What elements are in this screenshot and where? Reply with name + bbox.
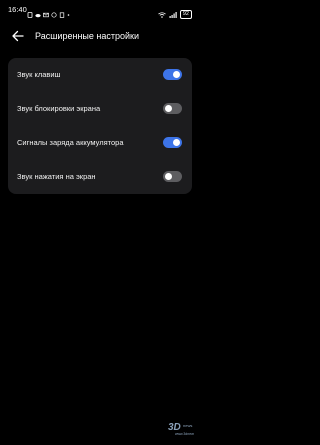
notification-icons <box>27 5 70 18</box>
toggle-knob <box>165 173 172 180</box>
back-arrow-icon <box>12 30 24 42</box>
signal-icon <box>169 5 177 23</box>
watermark-logo: 3D news www.3dnews.ru <box>166 419 200 437</box>
mail-icon <box>43 5 49 18</box>
sim-icon <box>27 5 33 18</box>
charging-sound-toggle[interactable] <box>163 137 182 148</box>
setting-label: Звук блокировки экрана <box>17 104 101 113</box>
setting-label: Сигналы заряда аккумулятора <box>17 138 124 147</box>
setting-row-key-sound[interactable]: Звук клавиш <box>8 58 192 92</box>
setting-row-charging-sound[interactable]: Сигналы заряда аккумулятора <box>8 126 192 160</box>
page-title: Расширенные настройки <box>35 31 139 41</box>
setting-row-lock-sound[interactable]: Звук блокировки экрана <box>8 92 192 126</box>
status-right: 92 <box>158 5 192 23</box>
status-bar: 16:40 92 <box>0 0 200 20</box>
dot-icon <box>67 5 70 16</box>
wifi-icon <box>158 5 166 23</box>
header: Расширенные настройки <box>0 24 200 48</box>
battery-icon: 92 <box>179 9 192 19</box>
settings-card: Звук клавиш Звук блокировки экрана Сигна… <box>8 58 192 194</box>
setting-label: Звук нажатия на экран <box>17 172 96 181</box>
toggle-knob <box>165 105 172 112</box>
sync-icon <box>51 5 57 18</box>
cloud-icon <box>35 5 41 18</box>
3dnews-logo: 3D news www.3dnews.ru <box>168 422 200 436</box>
setting-row-touch-sound[interactable]: Звук нажатия на экран <box>8 160 192 194</box>
toggle-knob <box>173 71 180 78</box>
toggle-knob <box>173 139 180 146</box>
setting-label: Звук клавиш <box>17 70 61 79</box>
svg-text:news: news <box>183 423 192 428</box>
key-sound-toggle[interactable] <box>163 69 182 80</box>
touch-sound-toggle[interactable] <box>163 171 182 182</box>
svg-text:www.3dnews.ru: www.3dnews.ru <box>175 432 194 436</box>
lock-sound-toggle[interactable] <box>163 103 182 114</box>
clipboard-icon <box>59 5 65 18</box>
status-time: 16:40 <box>8 5 27 14</box>
back-button[interactable] <box>9 27 27 45</box>
